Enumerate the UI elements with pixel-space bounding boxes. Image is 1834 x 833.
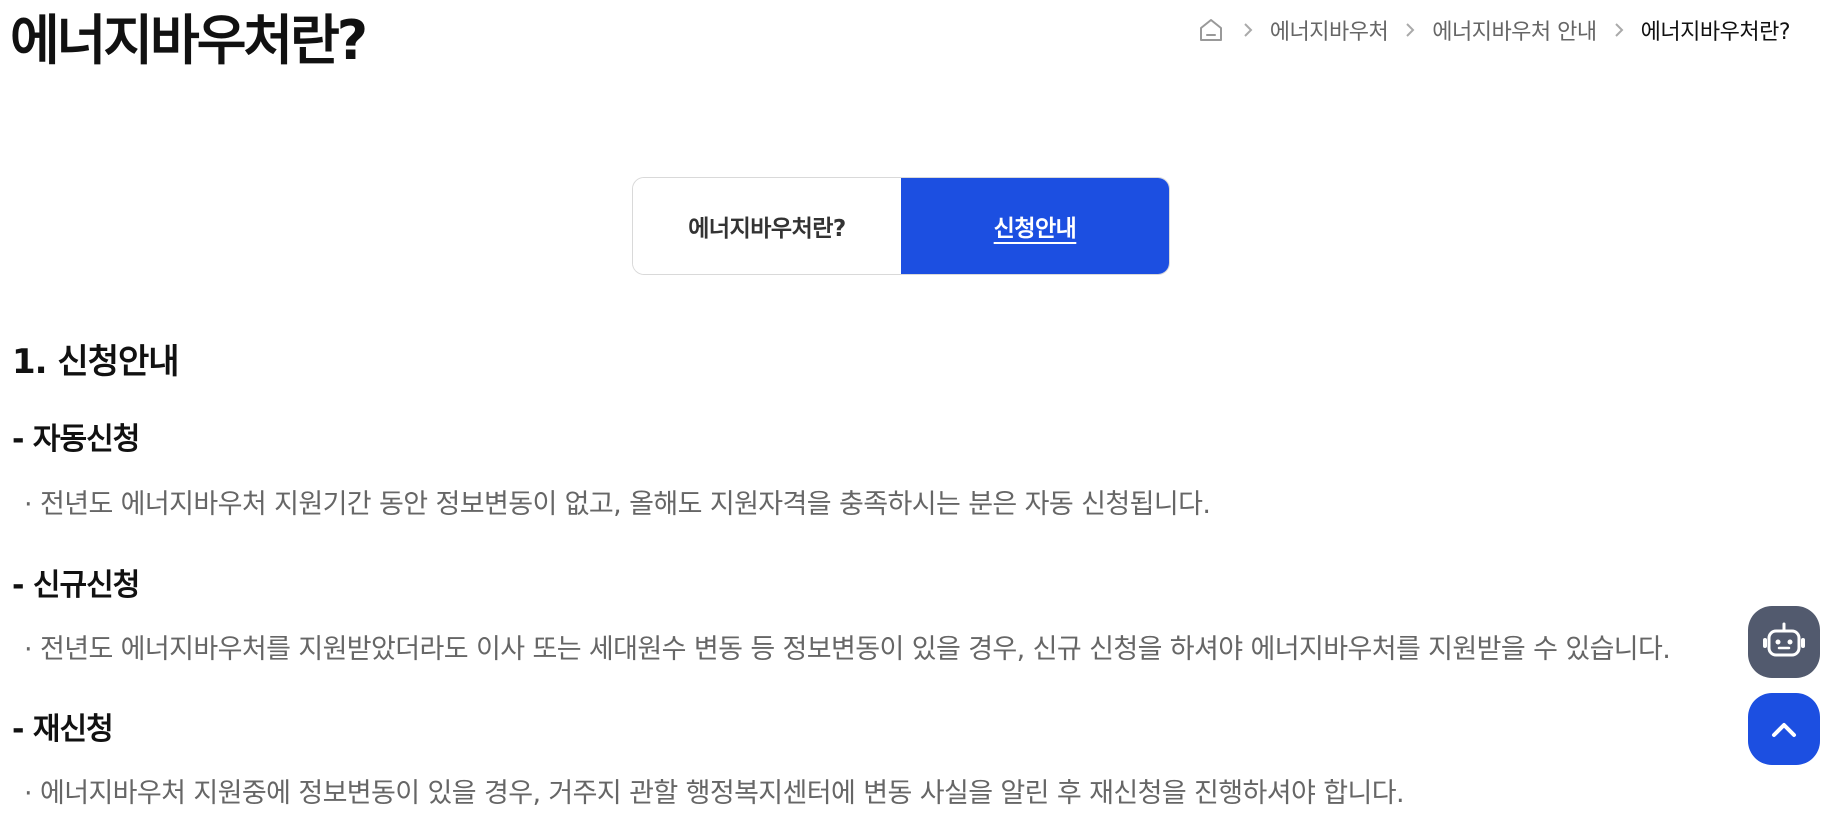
chevron-right-icon xyxy=(1597,22,1641,38)
reapply-text: · 에너지바우처 지원중에 정보변동이 있을 경우, 거주지 관할 행정복지센터… xyxy=(24,778,1405,809)
auto-apply-heading: - 자동신청 xyxy=(12,422,140,457)
tab-label: 신청안내 xyxy=(993,216,1077,242)
page: 에너지바우처란? 에너지바우처 에너지바우처 안내 에너지바우처란? 에너지바우… xyxy=(0,0,1834,833)
tab-bar: 에너지바우처란? 신청안내 xyxy=(632,177,1170,275)
scroll-to-top-button[interactable] xyxy=(1748,693,1820,765)
section-title: 1. 신청안내 xyxy=(12,342,180,382)
auto-apply-text: · 전년도 에너지바우처 지원기간 동안 정보변동이 없고, 올해도 지원자격을… xyxy=(24,489,1211,520)
new-apply-text: · 전년도 에너지바우처를 지원받았더라도 이사 또는 세대원수 변동 등 정보… xyxy=(24,634,1671,665)
breadcrumb-item[interactable]: 에너지바우처 안내 xyxy=(1432,14,1597,46)
breadcrumb-current: 에너지바우처란? xyxy=(1640,20,1791,45)
tab-application-guide[interactable]: 신청안내 xyxy=(901,178,1169,274)
chevron-right-icon xyxy=(1226,22,1270,38)
reapply-heading: - 재신청 xyxy=(12,712,114,747)
new-apply-heading: - 신규신청 xyxy=(12,568,140,603)
breadcrumb-home-link[interactable] xyxy=(1196,15,1226,45)
chatbot-button[interactable] xyxy=(1748,606,1820,678)
breadcrumb: 에너지바우처 에너지바우처 안내 에너지바우처란? xyxy=(1196,14,1791,46)
robot-icon xyxy=(1763,622,1805,657)
breadcrumb-item[interactable]: 에너지바우처 xyxy=(1270,14,1389,46)
tab-energy-voucher-intro[interactable]: 에너지바우처란? xyxy=(633,178,901,274)
chevron-up-icon xyxy=(1772,723,1796,737)
chevron-right-icon xyxy=(1388,22,1432,38)
home-icon xyxy=(1199,19,1222,41)
page-title: 에너지바우처란? xyxy=(10,9,368,72)
tab-label: 에너지바우처란? xyxy=(688,216,846,242)
